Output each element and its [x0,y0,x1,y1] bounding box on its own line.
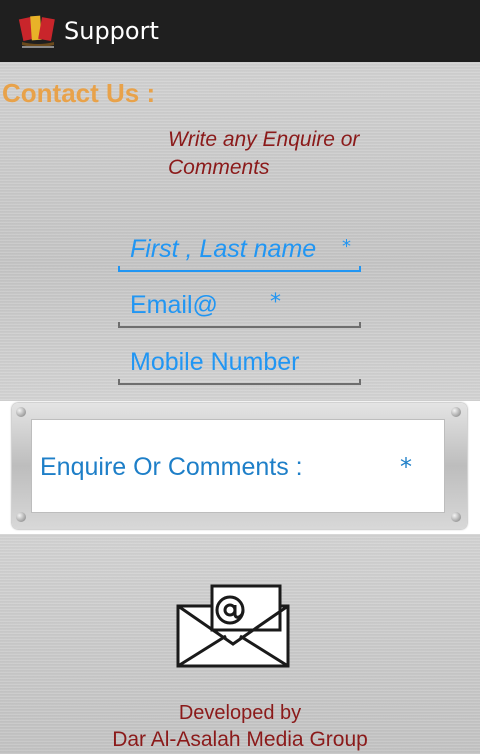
comments-placeholder: Enquire Or Comments : [40,453,303,481]
developed-by-label: Developed by [178,702,302,724]
mobile-field-placeholder: Mobile Number [130,348,300,376]
instruction-text: Write any Enquire or Comments [168,128,360,179]
name-field[interactable]: First , Last name * [118,228,361,272]
action-bar: Support [0,0,480,62]
name-field-placeholder: First , Last name [130,235,317,263]
rivet-icon [16,407,26,417]
mobile-number-field[interactable]: Mobile Number [118,341,361,385]
developer-name: Dar Al-Asalah Media Group [112,728,368,751]
email-required-mark: * [270,290,281,315]
comments-required-mark: * [400,453,412,481]
rivet-icon [451,512,461,522]
email-field-underline [118,322,361,328]
name-required-mark: * [342,236,351,257]
rivet-icon [16,512,26,522]
mobile-field-underline [118,379,361,385]
envelope-at-icon[interactable] [174,584,292,668]
rivet-icon [451,407,461,417]
email-field-placeholder: Email@ [130,291,218,319]
email-field[interactable]: Email@ * [118,284,361,328]
contact-heading: Contact Us : [2,78,156,108]
app-title: Support [64,17,159,45]
app-logo-icon[interactable] [18,10,58,50]
name-field-underline [118,266,361,272]
